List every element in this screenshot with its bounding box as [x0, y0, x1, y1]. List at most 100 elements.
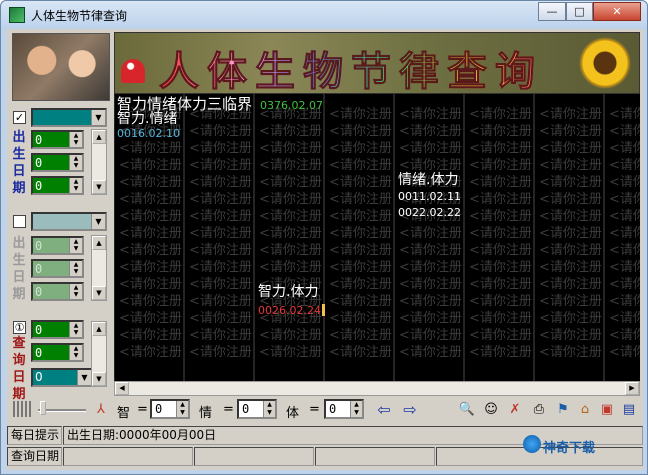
watermark-text: <请你注册: [469, 260, 532, 275]
birth-scrollbar[interactable]: ▲ ▼: [91, 129, 107, 195]
watermark-text: <请你注册: [609, 209, 640, 224]
chevron-down-icon[interactable]: ▼: [77, 370, 91, 385]
watermark-text: <请你注册: [469, 277, 532, 292]
chart-label: 0026.02.24: [258, 304, 321, 317]
chart-label: 0022.02.22: [398, 206, 461, 219]
watermark-text: <请你注册: [329, 226, 392, 241]
watermark-text: <请你注册: [329, 124, 392, 139]
emotion-eq: =: [223, 402, 234, 417]
watermark-text: <请你注册: [469, 141, 532, 156]
chart-label: 0016.02.10: [117, 127, 180, 140]
watermark-text: <请你注册: [259, 124, 322, 139]
query-year-spinner[interactable]: 0 ▲ ▼: [31, 320, 84, 339]
watermark-text: <请你注册: [329, 141, 392, 156]
biorhythm-chart: <请你注册 <请你注册 <请你注册 <请你注册 <请你注册 <请你注册 <请你注册 <请你注册…: [114, 94, 640, 381]
watermark-text: <请你注册: [259, 345, 322, 360]
watermark-text: <请你注册: [189, 260, 252, 275]
second-year-spinner[interactable]: 0 ▲ ▼: [31, 236, 84, 255]
physical-eq: =: [309, 402, 320, 417]
watermark-text: <请你注册: [399, 311, 462, 326]
watermark-text: <请你注册: [469, 311, 532, 326]
book-icon[interactable]: ▤: [619, 400, 639, 420]
watermark-text: <请你注册: [469, 209, 532, 224]
watermark-text: <请你注册: [189, 192, 252, 207]
birth-day-spinner[interactable]: 0 ▲ ▼: [31, 176, 84, 195]
watermark-text: <请你注册: [399, 328, 462, 343]
birth-month-spinner[interactable]: 0 ▲ ▼: [31, 153, 84, 172]
house-icon[interactable]: ⌂: [575, 400, 595, 420]
watermark-text: <请你注册: [539, 124, 602, 139]
watermark-text: <请你注册: [189, 243, 252, 258]
minimize-button[interactable]: —: [538, 2, 566, 21]
birth-date-label: 出生日期: [12, 130, 26, 196]
chart-label: 0376.02.07: [260, 99, 323, 112]
banner-title: 人体生物节律查询: [159, 39, 543, 94]
watermark-text: <请你注册: [399, 294, 462, 309]
birth-calendar-combo[interactable]: ▼: [31, 108, 107, 127]
watermark-text: <请你注册: [189, 345, 252, 360]
watermark-text: <请你注册: [609, 158, 640, 173]
watermark-text: <请你注册: [539, 192, 602, 207]
second-month-spinner[interactable]: 0 ▲ ▼: [31, 259, 84, 278]
second-birth-combo[interactable]: ▼: [31, 212, 107, 231]
watermark-text: <请你注册: [119, 311, 182, 326]
flag-icon[interactable]: ⚑: [553, 400, 573, 420]
watermark-text: <请你注册: [609, 226, 640, 241]
watermark-text: <请你注册: [539, 277, 602, 292]
zoom-slider-thumb[interactable]: [40, 401, 46, 415]
watermark-text: <请你注册: [469, 294, 532, 309]
pin-icon[interactable]: ⅄: [91, 400, 111, 420]
query-scrollbar[interactable]: ▲ ▼: [91, 321, 107, 387]
daily-tip-cell: 每日提示: [7, 426, 62, 445]
watermark-text: <请你注册: [259, 141, 322, 156]
app-icon: [9, 7, 25, 23]
face-icon[interactable]: ☺: [481, 400, 501, 420]
status-cell-3: [194, 447, 314, 466]
watermark-text: <请你注册: [469, 192, 532, 207]
chevron-down-icon[interactable]: ▼: [91, 214, 105, 229]
second-birth-checkbox[interactable]: [13, 215, 26, 228]
watermark-text: <请你注册: [329, 192, 392, 207]
site-logo: 神奇下载: [543, 441, 596, 456]
intellect-eq: =: [137, 402, 148, 417]
query-day-combo[interactable]: 0 ▼: [31, 368, 93, 387]
status-cell-5: [436, 447, 643, 466]
title-banner: 人体生物节律查询: [114, 32, 640, 94]
second-birth-scrollbar[interactable]: ▲ ▼: [91, 235, 107, 301]
search-icon[interactable]: 🔍: [457, 400, 477, 420]
chevron-down-icon[interactable]: ▼: [91, 110, 105, 125]
birth-date-checkbox[interactable]: ✓: [13, 111, 26, 124]
figure-icon[interactable]: ✗: [505, 400, 525, 420]
emotion-spinner[interactable]: 0 ▲ ▼: [237, 399, 277, 419]
watermark-text: <请你注册: [329, 328, 392, 343]
watermark-text: <请你注册: [539, 175, 602, 190]
watermark-text: <请你注册: [329, 294, 392, 309]
chart-hscrollbar[interactable]: ◀ ▶: [114, 381, 640, 396]
intellect-spinner[interactable]: 0 ▲ ▼: [150, 399, 190, 419]
intellect-label: 智: [117, 406, 131, 421]
watermark-text: <请你注册: [469, 226, 532, 241]
emotion-label: 情: [199, 406, 213, 421]
arrow-right-icon[interactable]: ⇨: [400, 400, 420, 420]
query-date-checkbox[interactable]: ①: [13, 321, 26, 334]
watermark-text: <请你注册: [329, 277, 392, 292]
watermark-text: <请你注册: [119, 175, 182, 190]
printer-icon[interactable]: ⎙: [529, 400, 549, 420]
watermark-text: <请你注册: [329, 175, 392, 190]
physical-spinner[interactable]: 0 ▲ ▼: [324, 399, 364, 419]
watermark-text: <请你注册: [189, 124, 252, 139]
second-day-spinner[interactable]: 0 ▲ ▼: [31, 282, 84, 301]
watermark-text: <请你注册: [399, 124, 462, 139]
watermark-text: <请你注册: [259, 260, 322, 275]
arrow-left-icon[interactable]: ⇦: [374, 400, 394, 420]
watermark-text: <请你注册: [119, 328, 182, 343]
birth-year-spinner[interactable]: 0 ▲ ▼: [31, 130, 84, 149]
box-icon[interactable]: ▣: [597, 400, 617, 420]
title-bar[interactable]: 人体生物节律查询 — □ ✕: [1, 1, 647, 29]
close-button[interactable]: ✕: [593, 2, 641, 21]
watermark-text: <请你注册: [329, 158, 392, 173]
query-month-spinner[interactable]: 0 ▲ ▼: [31, 343, 84, 362]
maximize-button[interactable]: □: [566, 2, 593, 21]
watermark-text: <请你注册: [399, 243, 462, 258]
watermark-text: <请你注册: [469, 243, 532, 258]
